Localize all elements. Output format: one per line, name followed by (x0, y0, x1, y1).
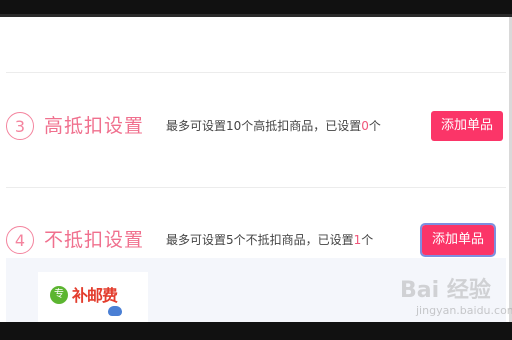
divider (6, 72, 506, 73)
section-high-deduction: 3 高抵扣设置 最多可设置10个高抵扣商品，已设置0个 添加单品 (6, 107, 506, 147)
add-item-button[interactable]: 添加单品 (431, 111, 504, 141)
screenshot-frame: 3 高抵扣设置 最多可设置10个高抵扣商品，已设置0个 添加单品 4 不抵扣设置… (0, 0, 512, 340)
product-badge-icon: 专 (50, 286, 68, 304)
product-image-text: 补邮费 (72, 286, 118, 305)
paw-icon (108, 306, 122, 316)
section-description: 最多可设置10个高抵扣商品，已设置0个 (166, 116, 381, 136)
step-number-badge: 3 (6, 112, 34, 140)
section-title: 高抵扣设置 (44, 115, 145, 137)
add-item-button[interactable]: 添加单品 (419, 223, 497, 257)
section-no-deduction: 4 不抵扣设置 最多可设置5个不抵扣商品，已设置1个 添加单品 (6, 221, 506, 261)
bottom-border (0, 322, 512, 340)
top-border-shadow (0, 14, 512, 17)
description-count: 0 (361, 119, 369, 133)
watermark-logo: Bai 经验 (400, 278, 491, 303)
divider (6, 187, 506, 188)
description-prefix: 最多可设置5个不抵扣商品，已设置 (166, 233, 354, 247)
description-prefix: 最多可设置10个高抵扣商品，已设置 (166, 119, 362, 133)
section-description: 最多可设置5个不抵扣商品，已设置1个 (166, 230, 373, 250)
watermark-url: jingyan.baidu.com (416, 304, 512, 317)
section-title: 不抵扣设置 (44, 229, 145, 251)
step-number-badge: 4 (6, 226, 34, 254)
description-suffix: 个 (361, 233, 374, 247)
description-suffix: 个 (368, 119, 381, 133)
product-thumbnail[interactable]: 专 补邮费 (38, 272, 148, 322)
